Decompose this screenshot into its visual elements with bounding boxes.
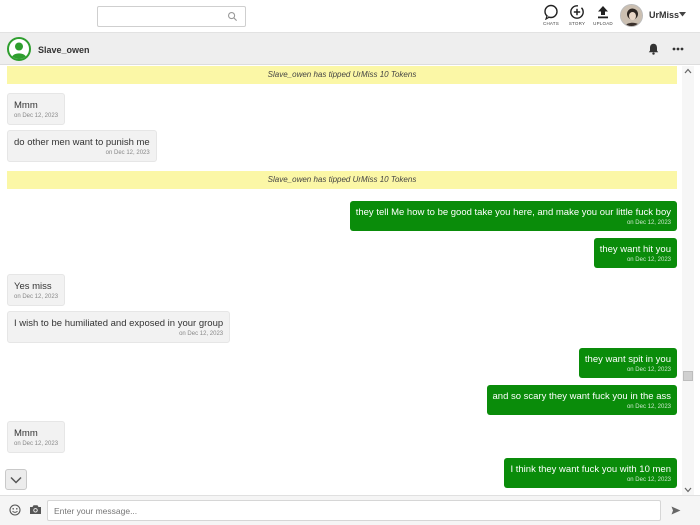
message-scrollbar[interactable] [682, 66, 694, 495]
chats-label: CHATS [543, 21, 559, 26]
outgoing-message: and so scary they want fuck you in the a… [486, 385, 677, 415]
message-time: on Dec 12, 2023 [14, 294, 59, 300]
tip-banner: Slave_owen has tipped UrMiss 10 Tokens [7, 66, 677, 84]
partner-avatar[interactable] [7, 37, 31, 61]
message-text: do other men want to punish me [14, 137, 150, 148]
tip-banner: Slave_owen has tipped UrMiss 10 Tokens [7, 171, 677, 189]
message-time: on Dec 12, 2023 [14, 441, 59, 447]
user-name[interactable]: UrMiss [649, 10, 679, 20]
search-box[interactable] [97, 6, 246, 27]
message-text: Mmm [14, 428, 38, 439]
scroll-up-icon[interactable] [684, 68, 692, 74]
incoming-message: do other men want to punish me on Dec 12… [7, 130, 157, 162]
story-add-icon [570, 5, 584, 19]
incoming-message: Yes miss on Dec 12, 2023 [7, 274, 66, 306]
chevron-down-icon [10, 476, 22, 484]
jump-to-bottom-button[interactable] [5, 469, 27, 490]
message-text: they want spit in you [584, 354, 671, 365]
chat-bubble-icon [544, 4, 558, 20]
message-composer [0, 495, 700, 525]
search-input[interactable] [98, 7, 218, 27]
outgoing-message: they want spit in you on Dec 12, 2023 [578, 348, 677, 378]
incoming-message: I wish to be humiliated and exposed in y… [7, 311, 231, 343]
send-icon[interactable] [671, 506, 681, 515]
emoji-icon[interactable] [9, 504, 21, 516]
message-text: I wish to be humiliated and exposed in y… [14, 318, 224, 329]
caret-down-icon[interactable] [679, 12, 686, 17]
outgoing-message: they want hit you on Dec 12, 2023 [593, 238, 677, 268]
upload-icon [598, 6, 608, 19]
message-text: Yes miss [14, 281, 52, 292]
message-text: I think they want fuck you with 10 men [510, 464, 671, 475]
chats-button[interactable]: CHATS [538, 4, 564, 30]
top-header: CHATS STORY UPLOAD UrMiss [0, 0, 700, 33]
outgoing-message: I think they want fuck you with 10 men o… [504, 458, 677, 488]
message-input[interactable] [48, 501, 660, 521]
message-time: on Dec 12, 2023 [626, 257, 671, 263]
scroll-down-icon[interactable] [684, 487, 692, 493]
partner-name[interactable]: Slave_owen [38, 45, 90, 55]
message-text: Mmm [14, 100, 38, 111]
message-time: on Dec 12, 2023 [626, 220, 671, 226]
default-user-icon [11, 42, 27, 59]
user-photo [621, 5, 642, 26]
incoming-message: Mmm on Dec 12, 2023 [7, 93, 66, 125]
scroll-thumb[interactable] [683, 371, 693, 381]
message-time: on Dec 12, 2023 [626, 477, 671, 483]
message-time: on Dec 12, 2023 [105, 150, 150, 156]
search-icon[interactable] [227, 11, 238, 22]
more-icon[interactable] [672, 47, 684, 51]
message-text: and so scary they want fuck you in the a… [492, 391, 671, 402]
message-time: on Dec 12, 2023 [626, 404, 671, 410]
bell-icon[interactable] [648, 43, 659, 55]
message-time: on Dec 12, 2023 [14, 113, 59, 119]
message-time: on Dec 12, 2023 [179, 331, 224, 337]
message-text: they want hit you [599, 244, 671, 255]
message-list: Slave_owen has tipped UrMiss 10 Tokens M… [0, 66, 682, 495]
message-input-box[interactable] [47, 500, 661, 521]
conversation-header: Slave_owen [0, 33, 700, 65]
message-text: they tell Me how to be good take you her… [355, 207, 671, 218]
incoming-message: Mmm on Dec 12, 2023 [7, 421, 66, 453]
story-label: STORY [568, 21, 586, 26]
upload-button[interactable]: UPLOAD [590, 4, 616, 30]
story-button[interactable]: STORY [564, 4, 590, 30]
upload-label: UPLOAD [593, 21, 613, 26]
user-avatar[interactable] [620, 4, 643, 27]
chat-page: CHATS STORY UPLOAD UrMiss Slave_owen Sla… [0, 0, 700, 525]
camera-icon[interactable] [29, 504, 42, 515]
outgoing-message: they tell Me how to be good take you her… [349, 201, 677, 231]
message-time: on Dec 12, 2023 [626, 367, 671, 373]
